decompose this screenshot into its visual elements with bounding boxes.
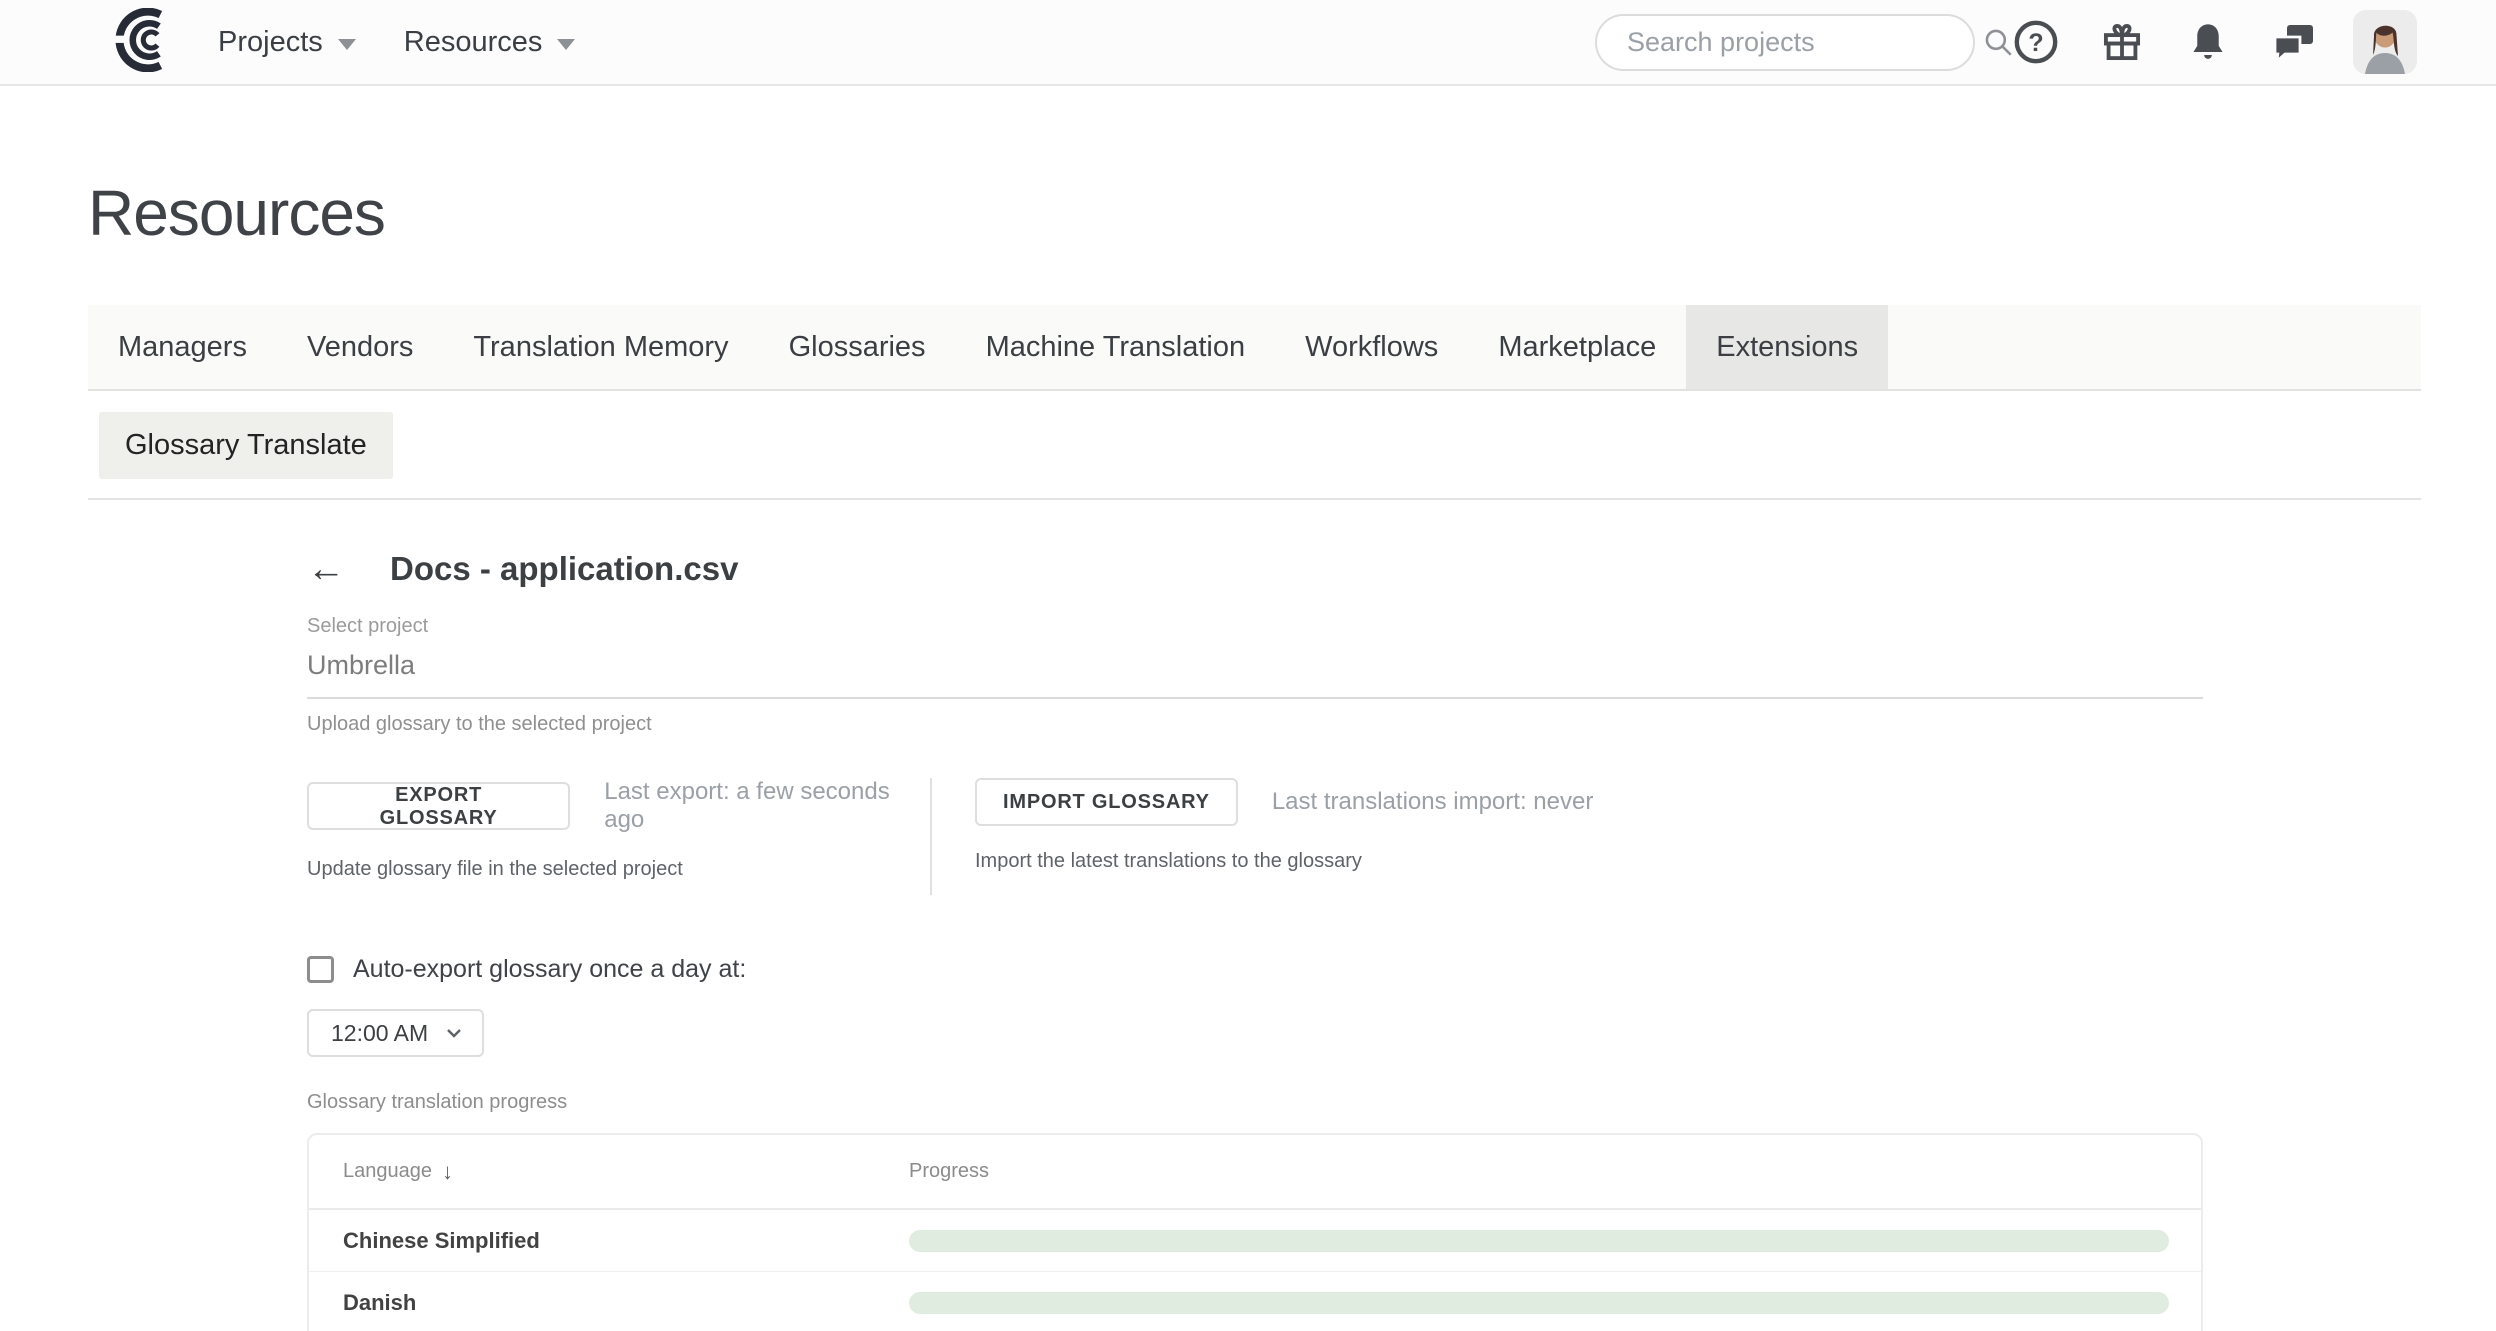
table-header: Language ↓ Progress bbox=[309, 1135, 2201, 1210]
table-row: Chinese Simplified bbox=[309, 1210, 2201, 1272]
search-input[interactable] bbox=[1627, 27, 1981, 58]
tab-marketplace[interactable]: Marketplace bbox=[1468, 305, 1686, 389]
project-select[interactable]: Umbrella bbox=[307, 650, 2421, 681]
glossary-detail: ← Docs - application.csv Select project … bbox=[88, 550, 2421, 1331]
export-glossary-button[interactable]: EXPORT GLOSSARY bbox=[307, 782, 570, 830]
progress-bar bbox=[909, 1230, 2169, 1252]
subtab-glossary-translate[interactable]: Glossary Translate bbox=[99, 412, 393, 479]
tab-translation-memory[interactable]: Translation Memory bbox=[443, 305, 758, 389]
tab-machine-translation[interactable]: Machine Translation bbox=[956, 305, 1276, 389]
upload-hint: Upload glossary to the selected project bbox=[307, 713, 2421, 736]
brand-logo[interactable] bbox=[88, 9, 200, 75]
notifications-icon[interactable] bbox=[2183, 17, 2233, 67]
nav-link-label: Resources bbox=[404, 26, 543, 59]
resource-tabs: Managers Vendors Translation Memory Glos… bbox=[88, 305, 2421, 391]
back-button[interactable]: ← bbox=[307, 550, 345, 588]
auto-export-label: Auto-export glossary once a day at: bbox=[353, 955, 746, 984]
progress-track bbox=[909, 1292, 2169, 1314]
nav-link-projects[interactable]: Projects bbox=[218, 26, 356, 59]
detail-header: ← Docs - application.csv bbox=[307, 550, 2421, 588]
smartcat-logo-icon bbox=[88, 8, 192, 77]
gift-icon[interactable] bbox=[2097, 17, 2147, 67]
table-row: Danish bbox=[309, 1272, 2201, 1331]
language-cell: Danish bbox=[309, 1290, 909, 1316]
export-time-select[interactable]: 12:00 AM bbox=[307, 1009, 484, 1057]
glossary-actions: EXPORT GLOSSARY Last export: a few secon… bbox=[307, 778, 2421, 895]
svg-text:?: ? bbox=[2028, 29, 2043, 57]
select-project-label: Select project bbox=[307, 615, 2421, 638]
sort-descending-icon: ↓ bbox=[442, 1159, 453, 1185]
tab-workflows[interactable]: Workflows bbox=[1275, 305, 1468, 389]
progress-bar bbox=[909, 1292, 2169, 1314]
nav-link-resources[interactable]: Resources bbox=[404, 26, 576, 59]
search-icon[interactable] bbox=[1981, 25, 2015, 59]
export-hint: Update glossary file in the selected pro… bbox=[307, 858, 930, 881]
import-section: IMPORT GLOSSARY Last translations import… bbox=[930, 778, 1593, 895]
language-header-label: Language bbox=[343, 1160, 432, 1183]
page-title: Resources bbox=[88, 176, 2421, 250]
import-glossary-button[interactable]: IMPORT GLOSSARY bbox=[975, 778, 1238, 826]
progress-track bbox=[909, 1230, 2169, 1252]
progress-section-label: Glossary translation progress bbox=[307, 1091, 2421, 1114]
page-body: Resources Managers Vendors Translation M… bbox=[0, 176, 2496, 1331]
import-hint: Import the latest translations to the gl… bbox=[975, 850, 1593, 873]
auto-export-checkbox[interactable] bbox=[307, 956, 334, 983]
progress-cell bbox=[909, 1292, 2201, 1314]
auto-export-row: Auto-export glossary once a day at: bbox=[307, 955, 2421, 984]
tab-vendors[interactable]: Vendors bbox=[277, 305, 443, 389]
last-import-status: Last translations import: never bbox=[1272, 788, 1593, 816]
language-cell: Chinese Simplified bbox=[309, 1228, 909, 1254]
chevron-down-icon bbox=[338, 39, 356, 50]
export-time-value: 12:00 AM bbox=[331, 1020, 428, 1047]
progress-column-header: Progress bbox=[909, 1160, 989, 1183]
avatar[interactable] bbox=[2353, 10, 2417, 74]
table-body: Chinese Simplified Danish French bbox=[309, 1210, 2201, 1331]
chevron-down-icon bbox=[557, 39, 575, 50]
top-nav: Projects Resources ? bbox=[0, 0, 2496, 86]
tab-glossaries[interactable]: Glossaries bbox=[759, 305, 956, 389]
last-export-status: Last export: a few seconds ago bbox=[604, 778, 930, 834]
help-icon[interactable]: ? bbox=[2011, 17, 2061, 67]
section-divider bbox=[88, 498, 2421, 500]
chat-icon[interactable] bbox=[2269, 17, 2319, 67]
extension-subtabs: Glossary Translate bbox=[88, 412, 2421, 479]
chevron-down-icon bbox=[442, 1021, 466, 1045]
search-box bbox=[1595, 14, 1975, 71]
nav-link-label: Projects bbox=[218, 26, 323, 59]
tab-extensions[interactable]: Extensions bbox=[1686, 305, 1888, 389]
export-section: EXPORT GLOSSARY Last export: a few secon… bbox=[307, 778, 930, 895]
document-title: Docs - application.csv bbox=[390, 550, 738, 588]
progress-cell bbox=[909, 1230, 2201, 1252]
language-column-header[interactable]: Language ↓ bbox=[309, 1159, 909, 1185]
field-underline bbox=[307, 697, 2203, 699]
progress-table: Language ↓ Progress Chinese Simplified D… bbox=[307, 1133, 2203, 1331]
tab-managers[interactable]: Managers bbox=[88, 305, 277, 389]
